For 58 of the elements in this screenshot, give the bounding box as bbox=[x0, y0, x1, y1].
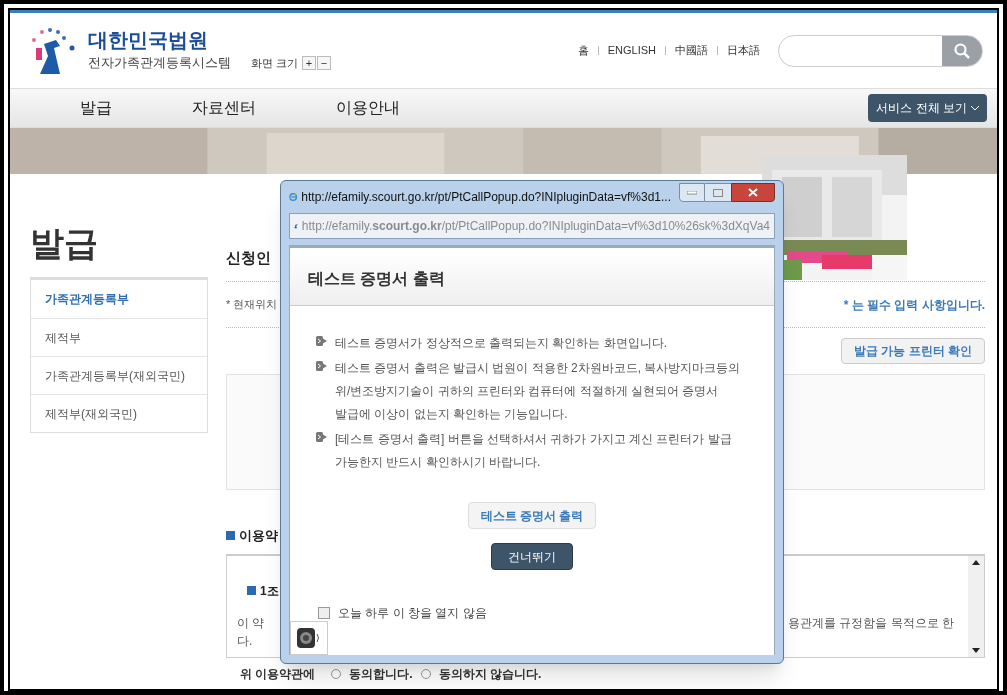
maximize-button[interactable] bbox=[705, 183, 731, 202]
search-field[interactable] bbox=[778, 34, 983, 67]
radio-label: 동의하지 않습니다. bbox=[438, 665, 542, 683]
test-print-button[interactable]: 테스트 증명서 출력 bbox=[467, 502, 597, 529]
close-button[interactable] bbox=[731, 183, 775, 202]
bullet-arrow-icon bbox=[316, 432, 327, 442]
sidebar-item[interactable]: 가족관계등록부(재외국민) bbox=[31, 355, 207, 394]
checkbox-label: 오늘 하루 이 창을 열지 않음 bbox=[338, 605, 487, 622]
nav-item[interactable]: 이용안내 bbox=[336, 96, 400, 120]
terms-text: 이 약 bbox=[237, 614, 265, 632]
bullet-arrow-icon bbox=[316, 361, 327, 371]
nav-item[interactable]: 자료센터 bbox=[192, 96, 256, 120]
header-link[interactable]: 日本語 bbox=[727, 42, 760, 59]
header-link[interactable]: 中國語 bbox=[675, 42, 708, 59]
terms-text: 다. bbox=[237, 632, 253, 650]
zoom-in-button[interactable]: + bbox=[302, 56, 317, 70]
agree-label: 위 이용약관에 bbox=[240, 665, 316, 683]
scroll-down-icon[interactable] bbox=[972, 647, 980, 653]
sidebar-item[interactable]: 가족관계등록부 bbox=[31, 279, 207, 318]
terms-text: 용관계를 규정함을 목적으로 한 bbox=[788, 614, 954, 632]
header-link[interactable]: ENGLISH bbox=[607, 42, 656, 59]
terms-heading: 이용약 bbox=[239, 527, 278, 545]
speaker-icon[interactable] bbox=[296, 627, 322, 649]
minimize-button[interactable] bbox=[679, 183, 705, 202]
logo-title: 대한민국법원 bbox=[88, 28, 209, 54]
service-menu-button[interactable]: 서비스 전체 보기 bbox=[868, 94, 987, 122]
bullet-text: 테스트 증명서가 정상적으로 출력되는지 확인하는 화면입니다. bbox=[335, 335, 667, 352]
window-title: http://efamily.scourt.go.kr/pt/PtCallPopup.do?INIpluginData=vf%3d1... bbox=[301, 189, 671, 206]
sidebar-item[interactable]: 제적부(재외국민) bbox=[31, 393, 207, 432]
sidebar-item[interactable]: 제적부 bbox=[31, 317, 207, 356]
bullet-icon bbox=[226, 531, 235, 541]
search-icon[interactable] bbox=[953, 41, 971, 60]
dialog-heading: 테스트 증명서 출력 bbox=[308, 268, 445, 289]
skip-button[interactable]: 건너뛰기 bbox=[491, 543, 573, 570]
address-text: http://efamily.scourt.go.kr/pt/PtCallPopup.do?INIpluginData=vf%3d10%26sk%3dXqVa4 bbox=[301, 218, 770, 235]
radio-label: 동의합니다. bbox=[349, 665, 413, 683]
bullet-text: [테스트 증명서 출력] 버튼을 선택하셔서 귀하가 가지고 계신 프린터가 발급 가능한지 반드시 확인하시기 바랍니다. bbox=[335, 431, 732, 471]
logo-subtitle: 전자가족관계등록시스템 bbox=[88, 54, 231, 73]
page-heading: 신청인 bbox=[226, 247, 271, 268]
location-text: * 현재위치 bbox=[226, 297, 278, 313]
nav-item[interactable]: 발급 bbox=[80, 96, 112, 120]
section-title: 발급 bbox=[30, 223, 99, 264]
bullet-arrow-icon bbox=[316, 336, 327, 346]
zoom-out-button[interactable]: − bbox=[317, 56, 332, 70]
bullet-text: 테스트 증명서 출력은 발급시 법원이 적용한 2차원바코드, 복사방지마크등의 위/변조방지기술이 귀하의 프린터와 컴퓨터에 적절하게 실현되어 증명서 발급에 이상이 없는지 확인하는 기능입니다. bbox=[335, 360, 741, 423]
chevron-down-icon[interactable] bbox=[971, 105, 979, 111]
bullet-icon bbox=[247, 586, 256, 595]
scrollbar[interactable] bbox=[968, 555, 984, 657]
scroll-up-icon[interactable] bbox=[972, 559, 980, 565]
header-link[interactable]: 홈 bbox=[577, 42, 589, 59]
printer-check-button[interactable]: 발급 가능 프린터 확인 bbox=[841, 338, 985, 364]
maximize-icon[interactable] bbox=[713, 188, 723, 197]
close-icon[interactable] bbox=[748, 188, 758, 197]
checkbox[interactable] bbox=[318, 607, 330, 619]
minimize-icon[interactable] bbox=[687, 190, 697, 195]
required-note: * 는 필수 입력 사항입니다. bbox=[843, 296, 985, 314]
zoom-label: 화면 크기 bbox=[251, 55, 299, 71]
article-title: 1조 bbox=[260, 582, 279, 600]
